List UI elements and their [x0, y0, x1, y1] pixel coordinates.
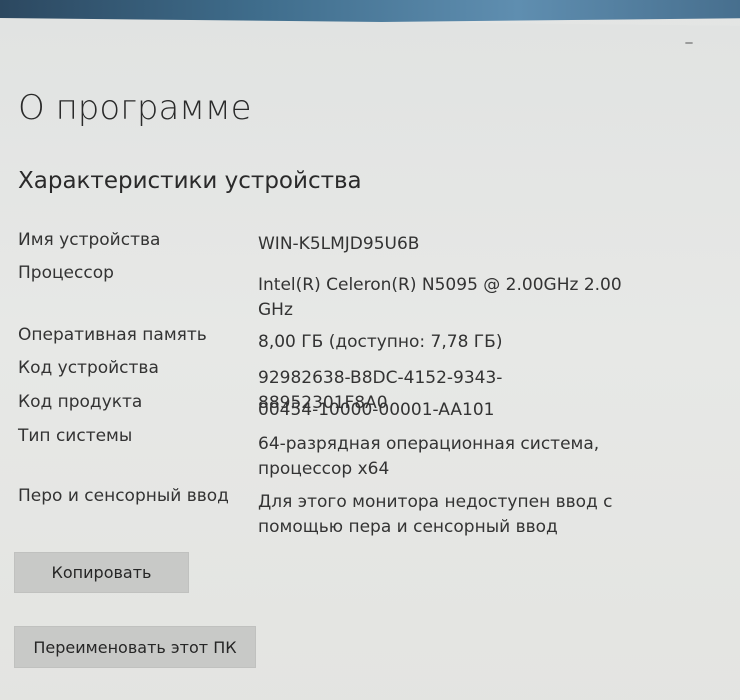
section-title: Характеристики устройства	[18, 168, 362, 194]
spec-value-ram: 8,00 ГБ (доступно: 7,78 ГБ)	[258, 332, 503, 352]
settings-window: _ О программе Характеристики устройства …	[0, 0, 740, 700]
spec-value-processor: Intel(R) Celeron(R) N5095 @ 2.00GHz 2.00…	[258, 275, 622, 320]
spec-value-device-name: WIN-K5LMJD95U6B	[258, 234, 420, 254]
spec-label-ram: Оперативная память	[18, 325, 207, 345]
spec-label-product-id: Код продукта	[18, 392, 143, 412]
rename-pc-button[interactable]: Переименовать этот ПК	[14, 626, 256, 668]
spec-label-pen-touch: Перо и сенсорный ввод	[18, 486, 229, 506]
minimize-icon[interactable]: _	[683, 29, 695, 43]
spec-value-system-type: 64-разрядная операционная система, проце…	[258, 434, 600, 479]
spec-label-system-type: Тип системы	[18, 426, 133, 446]
copy-button[interactable]: Копировать	[14, 552, 189, 593]
spec-label-processor: Процессор	[18, 263, 114, 283]
spec-label-device-id: Код устройства	[18, 358, 159, 378]
page-title: О программе	[18, 88, 252, 128]
spec-value-pen-touch: Для этого монитора недоступен ввод с пом…	[258, 492, 613, 537]
spec-value-product-id: 00454-10000-00001-AA101	[258, 400, 495, 420]
spec-label-device-name: Имя устройства	[18, 230, 161, 250]
